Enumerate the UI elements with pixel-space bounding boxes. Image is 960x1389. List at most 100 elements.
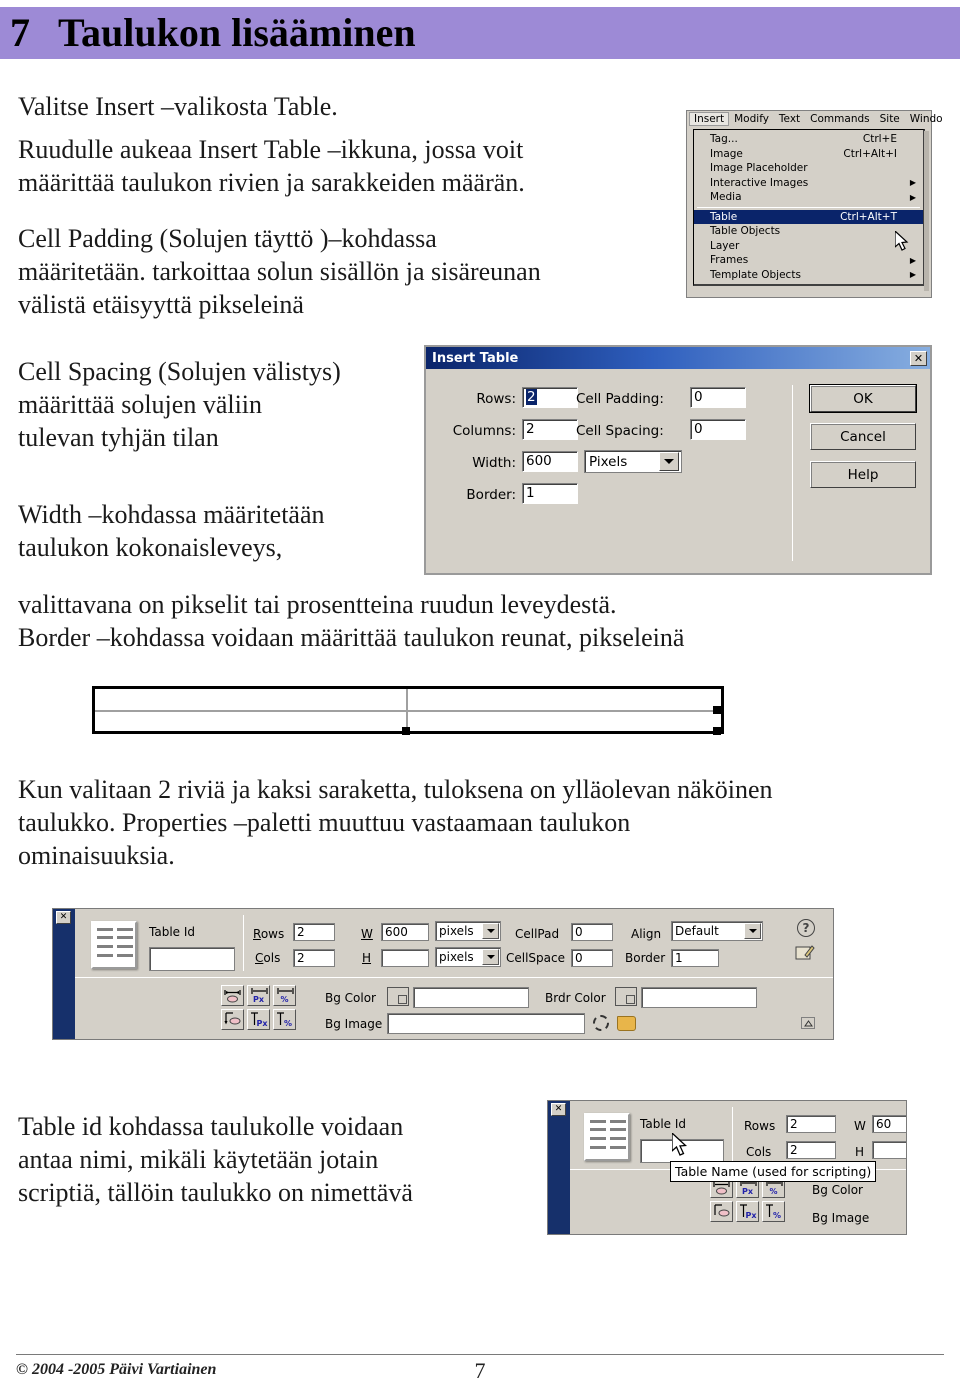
menubar-item-commands[interactable]: Commands <box>805 112 874 126</box>
menu-item-accelerator: Ctrl+E <box>862 133 897 146</box>
menu-item-image[interactable]: Image Ctrl+Alt+I <box>694 147 923 162</box>
paragraph-7: Kun valitaan 2 riviä ja kaksi saraketta,… <box>18 775 773 870</box>
width-input[interactable]: 600 <box>522 451 578 472</box>
chevron-down-icon[interactable] <box>744 923 761 939</box>
insert-dropdown-menu: Tag... Ctrl+E Image Ctrl+Alt+I Image Pla… <box>693 129 925 286</box>
table-resize-handle-corner[interactable] <box>713 727 721 735</box>
chevron-down-icon[interactable] <box>482 923 499 939</box>
close-icon[interactable]: ✕ <box>910 350 927 366</box>
insert-menu-screenshot: Insert Modify Text Commands Site Windo T… <box>686 110 943 298</box>
rows-input[interactable]: 2 <box>786 1115 836 1133</box>
menu-item-layer[interactable]: Layer <box>694 239 923 254</box>
menu-scrollbar[interactable] <box>924 131 929 291</box>
clear-row-heights-button[interactable] <box>710 1201 733 1222</box>
menu-item-frames[interactable]: Frames ▶ <box>694 253 923 268</box>
menubar-item-text[interactable]: Text <box>774 112 805 126</box>
color-picker-arrow-icon <box>398 995 407 1004</box>
bg-image-label: Bg Image <box>325 1017 383 1031</box>
height-label: H <box>855 1145 865 1159</box>
rows-label: Rows <box>253 927 285 941</box>
cell-padding-input[interactable]: 0 <box>690 387 746 408</box>
convert-heights-to-pixels-button[interactable]: Px <box>736 1201 759 1222</box>
cellspace-label: CellSpace <box>506 951 565 965</box>
height-unit-select[interactable]: pixels <box>435 947 501 967</box>
width-unit-select[interactable]: pixels <box>435 921 501 941</box>
table-id-label: Table Id <box>640 1117 687 1131</box>
brdr-color-swatch[interactable] <box>615 987 637 1006</box>
mouse-cursor-icon <box>672 1133 688 1156</box>
help-button[interactable]: Help <box>810 461 916 488</box>
chapter-header-band: 7 Taulukon lisääminen <box>0 7 960 59</box>
percent-label: % <box>769 1187 778 1196</box>
table-resize-handle-bottom[interactable] <box>402 727 410 735</box>
cols-input[interactable]: 2 <box>786 1141 836 1159</box>
bg-image-input[interactable] <box>387 1013 585 1034</box>
px-label: Px <box>252 995 265 1004</box>
panel-divider-1 <box>732 1107 733 1163</box>
menubar-item-window[interactable]: Windo <box>905 112 948 126</box>
cellpad-input[interactable]: 0 <box>571 923 613 941</box>
width-input[interactable]: 60 <box>872 1115 906 1133</box>
quick-tag-editor-icon[interactable] <box>795 943 815 961</box>
cellspace-input[interactable]: 0 <box>571 949 613 967</box>
menu-item-table-objects[interactable]: Table Objects <box>694 224 923 239</box>
properties-panel-screenshot: ✕ Table Id Rows 2 Cols 2 W 600 H pixels … <box>52 908 834 1040</box>
width-unit-select[interactable]: Pixels <box>584 450 682 473</box>
convert-heights-to-percent-button[interactable]: % <box>762 1201 785 1222</box>
menubar-item-site[interactable]: Site <box>875 112 905 126</box>
columns-input[interactable]: 2 <box>522 419 578 440</box>
menu-separator <box>697 206 920 208</box>
convert-heights-to-pixels-button[interactable]: Px <box>247 1009 270 1030</box>
bg-color-input[interactable] <box>413 987 529 1008</box>
menu-item-tag[interactable]: Tag... Ctrl+E <box>694 132 923 147</box>
bg-color-label: Bg Color <box>325 991 376 1005</box>
bg-color-swatch[interactable] <box>387 987 409 1006</box>
height-input[interactable] <box>872 1141 906 1159</box>
close-icon[interactable]: ✕ <box>56 911 71 924</box>
convert-heights-to-percent-button[interactable]: % <box>273 1009 296 1030</box>
border-input[interactable]: 1 <box>522 483 578 504</box>
chevron-down-icon[interactable] <box>659 452 679 471</box>
rows-input[interactable]: 2 <box>522 387 578 408</box>
brdr-color-input[interactable] <box>641 987 757 1008</box>
point-to-file-icon[interactable] <box>593 1015 609 1031</box>
chevron-down-icon[interactable] <box>482 949 499 965</box>
dialog-title: Insert Table <box>432 350 519 366</box>
menu-item-interactive-images[interactable]: Interactive Images ▶ <box>694 176 923 191</box>
height-input[interactable] <box>381 949 429 967</box>
px-label: Px <box>741 1187 754 1196</box>
menubar-item-modify[interactable]: Modify <box>729 112 774 126</box>
table-resize-handle-right[interactable] <box>713 706 721 714</box>
submenu-arrow-icon: ▶ <box>909 178 916 188</box>
clear-column-widths-button[interactable] <box>221 985 244 1006</box>
cols-input[interactable]: 2 <box>293 949 335 967</box>
submenu-arrow-icon: ▶ <box>909 192 916 202</box>
convert-widths-to-pixels-button[interactable]: Px <box>247 985 270 1006</box>
menu-item-image-placeholder[interactable]: Image Placeholder <box>694 161 923 176</box>
close-icon[interactable]: ✕ <box>551 1103 566 1116</box>
rows-input[interactable]: 2 <box>293 923 335 941</box>
help-icon[interactable]: ? <box>797 919 815 937</box>
table-row-divider <box>95 710 721 712</box>
table-icon <box>584 1113 630 1161</box>
panel-expander-icon[interactable] <box>801 1017 815 1029</box>
ok-button[interactable]: OK <box>809 384 917 413</box>
cell-spacing-input[interactable]: 0 <box>690 419 746 440</box>
convert-widths-to-percent-button[interactable]: % <box>273 985 296 1006</box>
table-id-input[interactable] <box>149 947 235 971</box>
menu-item-label: Media <box>710 191 742 204</box>
menu-item-table[interactable]: Table Ctrl+Alt+T <box>694 209 923 224</box>
menubar-item-insert[interactable]: Insert <box>689 112 730 126</box>
menu-item-media[interactable]: Media ▶ <box>694 190 923 205</box>
menu-item-label: Frames <box>710 254 749 267</box>
menu-item-template-objects[interactable]: Template Objects ▶ <box>694 268 923 283</box>
border-input[interactable]: 1 <box>671 949 719 967</box>
height-label: H <box>362 951 372 965</box>
clear-row-heights-button[interactable] <box>221 1009 244 1030</box>
align-label: Align <box>631 927 662 941</box>
cellpad-label: CellPad <box>515 927 560 941</box>
browse-folder-icon[interactable] <box>617 1016 636 1031</box>
align-select[interactable]: Default <box>671 921 763 941</box>
cancel-button[interactable]: Cancel <box>810 423 916 450</box>
width-input[interactable]: 600 <box>381 923 429 941</box>
